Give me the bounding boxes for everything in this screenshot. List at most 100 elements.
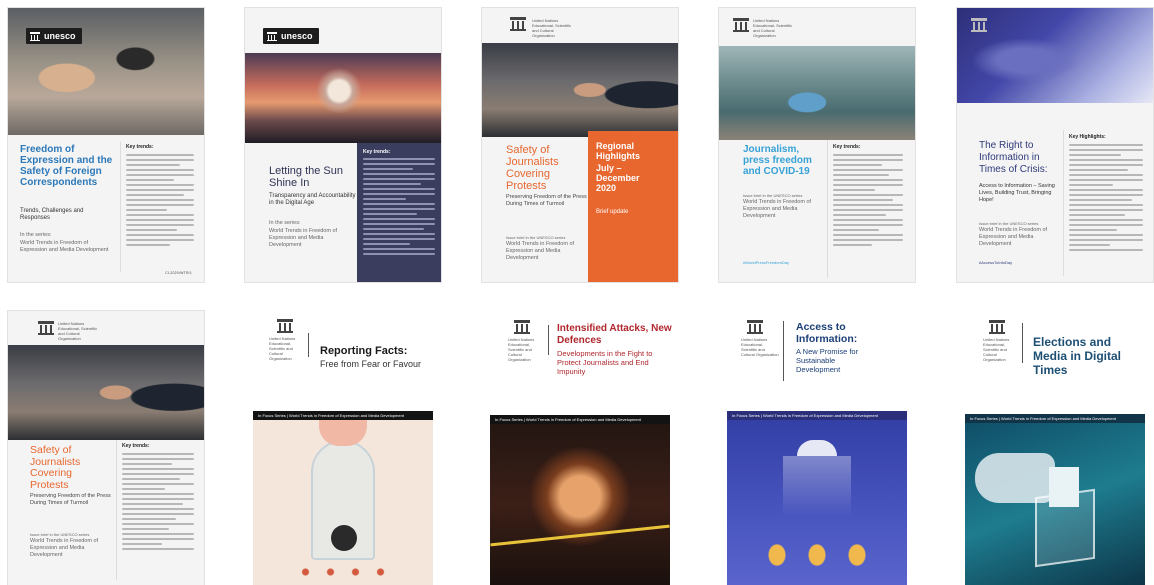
- unesco-logo: unesco: [263, 28, 319, 44]
- divider: [1022, 323, 1023, 363]
- org-name: United Nations Educational, Scientific a…: [753, 18, 793, 38]
- cover-reporting-facts[interactable]: United Nations Educational, Scientific a…: [245, 311, 441, 585]
- hashtag: #AccessToInfoDay: [979, 260, 1013, 265]
- issue-brief-label: Issue brief in the UNESCO series: [30, 532, 90, 537]
- footer-code: CI-2020/WTR/1: [165, 271, 192, 275]
- key-trends-label: Key trends:: [126, 144, 154, 150]
- panel-date: July – December 2020: [596, 163, 640, 193]
- org-name: United Nations Educational, Scientific a…: [269, 336, 296, 361]
- org-name: United Nations Educational, Scientific a…: [508, 337, 535, 362]
- series-banner: In Focus Series | World Trends in Freedo…: [253, 411, 433, 420]
- series-name: World Trends in Freedom of Expression an…: [20, 240, 109, 253]
- key-trends-text: [363, 158, 435, 258]
- unesco-temple-icon: [733, 18, 749, 32]
- cover-subtitle: Developments in the Fight to Protect Jou…: [557, 349, 653, 376]
- issue-brief-label: Issue brief in the UNESCO series: [743, 193, 803, 198]
- cover-subtitle: Free from Fear or Favour: [320, 359, 422, 369]
- temple-icon: [267, 31, 277, 41]
- org-name: United Nations Educational, Scientific a…: [58, 321, 98, 341]
- org-name: United Nations Educational, Scientific a…: [532, 18, 572, 38]
- cover-intensified-attacks[interactable]: United Nations Educational, Scientific a…: [482, 311, 678, 585]
- key-trends-panel: Key trends:: [357, 143, 441, 282]
- unesco-temple-icon: [971, 18, 987, 32]
- cover-elections-media[interactable]: United Nations Educational, Scientific a…: [957, 311, 1153, 585]
- unesco-temple-icon: [747, 320, 763, 334]
- cover-access-to-information[interactable]: United Nations Educational, Scientific a…: [719, 311, 915, 585]
- series-label: In the series:: [20, 232, 52, 238]
- divider: [308, 333, 309, 357]
- cover-subtitle: Access to Information – Saving Lives, Bu…: [979, 183, 1055, 203]
- org-name: United Nations Educational, Scientific a…: [741, 337, 779, 357]
- cover-subtitle: A New Promise for Sustainable Developmen…: [796, 347, 859, 374]
- microphone-icon: [331, 525, 357, 551]
- caution-tape: [490, 524, 670, 547]
- cover-illustration: [727, 420, 907, 585]
- cover-journalism-covid[interactable]: United Nations Educational, Scientific a…: [719, 8, 915, 282]
- ballot-icon: [1049, 467, 1079, 507]
- series-banner: In Focus Series | World Trends in Freedo…: [965, 414, 1145, 423]
- key-highlights-label: Key Highlights:: [1069, 134, 1106, 140]
- divider: [783, 321, 784, 381]
- org-name: United Nations Educational, Scientific a…: [983, 337, 1010, 362]
- cover-title: Journalism, press freedom and COVID-19: [743, 144, 812, 177]
- divider: [120, 142, 121, 272]
- logo-text: unesco: [44, 31, 76, 41]
- series-name: World Trends in Freedom of Expression an…: [743, 199, 812, 219]
- issue-brief-label: Issue brief in the UNESCO series: [979, 221, 1039, 226]
- cover-title: Safety of Journalists Covering Protests: [30, 444, 81, 491]
- regional-panel: Regional Highlights July – December 2020…: [588, 131, 678, 282]
- light-beam: [783, 456, 851, 516]
- cover-safety-journalists-protests[interactable]: United Nations Educational, Scientific a…: [8, 311, 204, 585]
- divider: [116, 440, 117, 580]
- unesco-temple-icon: [38, 321, 54, 335]
- cover-illustration: [253, 420, 433, 585]
- cover-title: Reporting Facts:: [320, 345, 408, 357]
- cover-title: Access to Information:: [796, 321, 858, 345]
- divider: [1063, 130, 1064, 276]
- cover-title: Intensified Attacks, New Defences: [557, 323, 672, 346]
- cover-title: The Right to Information in Times of Cri…: [979, 140, 1048, 175]
- cover-photo: [490, 424, 670, 585]
- panel-tag: Brief update: [596, 209, 629, 215]
- key-highlights-text: [1069, 144, 1143, 254]
- cover-subtitle: Transparency and Accountability in the D…: [269, 193, 356, 206]
- cover-subtitle: Preserving Freedom of the Press During T…: [30, 493, 111, 506]
- key-trends-text: [122, 453, 194, 553]
- key-trends-label: Key trends:: [363, 149, 391, 155]
- cover-subtitle: Trends, Challenges and Responses: [20, 208, 84, 221]
- cover-photo: [719, 46, 915, 140]
- cover-letting-sun-shine-in[interactable]: unesco Letting the Sun Shine In Transpar…: [245, 8, 441, 282]
- unesco-temple-icon: [277, 319, 293, 333]
- cover-title: Freedom of Expression and the Safety of …: [20, 144, 113, 188]
- key-trends-text: [833, 154, 903, 249]
- key-trends-label: Key trends:: [122, 443, 150, 449]
- hashtag: #WorldPressFreedomDay: [743, 260, 789, 265]
- cover-safety-journalists-regional[interactable]: United Nations Educational, Scientific a…: [482, 8, 678, 282]
- series-banner: In Focus Series | World Trends in Freedo…: [727, 411, 907, 420]
- cover-subtitle: Preserving Freedom of the Press During T…: [506, 194, 587, 207]
- people-icon: [757, 530, 877, 580]
- lamp-icon: [797, 440, 837, 456]
- logo-text: unesco: [281, 31, 313, 41]
- key-trends-text: [126, 154, 194, 249]
- series-name: World Trends in Freedom of Expression an…: [269, 228, 338, 248]
- temple-icon: [30, 31, 40, 41]
- issue-brief-label: Issue brief in the UNESCO series: [506, 235, 566, 240]
- cover-foreign-correspondents[interactable]: unesco Freedom of Expression and the Saf…: [8, 8, 204, 282]
- cover-photo: [245, 53, 441, 143]
- cover-photo: [8, 345, 204, 440]
- unesco-temple-icon: [989, 320, 1005, 334]
- people-icon: [293, 568, 393, 576]
- divider: [548, 325, 549, 355]
- hand-icon: [319, 420, 367, 446]
- cover-title: Letting the Sun Shine In: [269, 165, 344, 189]
- cover-right-to-information[interactable]: The Right to Information in Times of Cri…: [957, 8, 1153, 282]
- key-trends-label: Key trends:: [833, 144, 861, 150]
- series-banner: In Focus Series | World Trends in Freedo…: [490, 415, 670, 424]
- divider: [827, 140, 828, 278]
- cover-photo: [482, 43, 678, 137]
- series-name: World Trends in Freedom of Expression an…: [30, 538, 99, 558]
- series-label: In the series:: [269, 220, 301, 226]
- series-name: World Trends in Freedom of Expression an…: [506, 241, 575, 261]
- unesco-temple-icon: [510, 17, 526, 31]
